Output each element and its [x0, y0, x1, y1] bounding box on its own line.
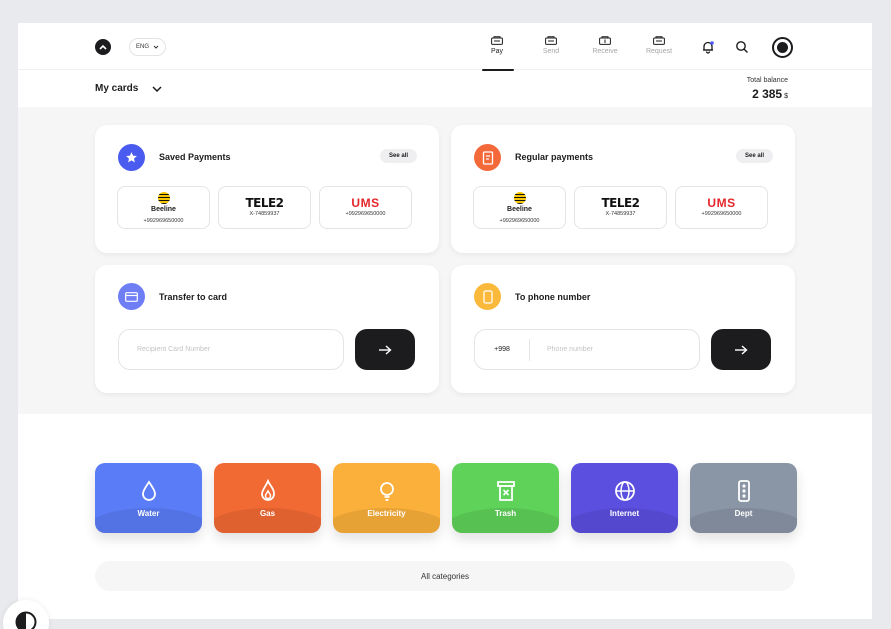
- phone-icon: [474, 283, 501, 310]
- transfer-to-card-card: Transfer to card Recipient Card Number: [95, 265, 439, 393]
- trash-icon: [496, 480, 515, 501]
- category-water[interactable]: Water: [95, 463, 202, 533]
- beeline-logo-icon: [513, 191, 526, 204]
- search-icon[interactable]: [735, 40, 749, 54]
- nav-send-label: Send: [542, 48, 560, 55]
- provider-tele2[interactable]: TELE2 X-74859937: [574, 186, 667, 229]
- saved-payments-card: Saved Payments See all Beeline +99296965…: [95, 125, 439, 253]
- saved-providers: Beeline +992969650000 TELE2 X-74859937 U…: [117, 186, 412, 229]
- category-label: Water: [137, 508, 160, 518]
- recipient-card-input[interactable]: Recipient Card Number: [118, 329, 344, 370]
- arrow-right-icon: [735, 344, 748, 355]
- saved-payments-title: Saved Payments: [159, 152, 231, 162]
- total-balance-label: Total balance: [746, 77, 788, 84]
- provider-ums[interactable]: UMS +992969650000: [319, 186, 412, 229]
- provider-number: +992969650000: [345, 211, 386, 217]
- category-label: Internet: [609, 508, 640, 518]
- currency-symbol: $: [784, 93, 788, 100]
- phone-number-input[interactable]: +998 Phone number: [474, 329, 700, 370]
- provider-name: TELE2: [245, 196, 284, 210]
- provider-name: TELE2: [601, 196, 640, 210]
- provider-name: Beeline: [151, 205, 176, 213]
- provider-tele2[interactable]: TELE2 X-74859937: [218, 186, 311, 229]
- category-electricity[interactable]: Electricity: [333, 463, 440, 533]
- nav-receive[interactable]: Receive: [578, 36, 632, 55]
- category-internet[interactable]: Internet: [571, 463, 678, 533]
- all-categories-button[interactable]: All categories: [95, 561, 795, 591]
- provider-name: UMS: [351, 196, 380, 210]
- chevron-down-icon: [153, 45, 159, 49]
- subheader: My cards Total balance 2 385 $: [18, 71, 872, 106]
- category-label: Trash: [494, 508, 517, 518]
- chevron-down-icon: [152, 85, 162, 92]
- star-icon: [118, 144, 145, 171]
- wallet-icon: [653, 36, 665, 45]
- my-cards-label: My cards: [95, 83, 139, 94]
- credit-card-icon: [118, 283, 145, 310]
- traffic-light-icon: [737, 479, 750, 502]
- contrast-icon: [15, 611, 37, 629]
- provider-beeline[interactable]: Beeline +992969650000: [117, 186, 210, 229]
- nav-request-label: Request: [645, 48, 673, 55]
- bell-icon[interactable]: [701, 40, 715, 54]
- arrow-right-icon: [379, 344, 392, 355]
- receipt-icon: [474, 144, 501, 171]
- transfer-title: Transfer to card: [159, 292, 228, 302]
- category-gas[interactable]: Gas: [214, 463, 321, 533]
- wallet-icon: [491, 36, 503, 45]
- app-window: ENG Pay Send Receive Request My cards To…: [18, 23, 872, 619]
- provider-number: X-74859937: [249, 211, 280, 217]
- category-dept[interactable]: Dept: [690, 463, 797, 533]
- regular-payments-card: Regular payments See all Beeline +992969…: [451, 125, 795, 253]
- nav-request[interactable]: Request: [632, 36, 686, 55]
- water-drop-icon: [141, 479, 156, 501]
- avatar[interactable]: [772, 37, 793, 58]
- language-label: ENG: [136, 44, 150, 50]
- provider-number: +992969650000: [499, 217, 540, 224]
- provider-ums[interactable]: UMS +992969650000: [675, 186, 768, 229]
- categories: Water Gas Electricity Trash Internet Dep…: [95, 463, 797, 533]
- phone-number-placeholder: Phone number: [547, 346, 593, 353]
- provider-number: +992969650000: [143, 217, 184, 224]
- nav-send[interactable]: Send: [524, 36, 578, 55]
- regular-see-all-button[interactable]: See all: [735, 149, 773, 163]
- to-phone-number-card: To phone number +998 Phone number: [451, 265, 795, 393]
- phone-title: To phone number: [515, 292, 591, 302]
- total-balance: Total balance 2 385 $: [747, 77, 788, 101]
- total-balance-value: 2 385 $: [752, 87, 788, 101]
- nav-pay-label: Pay: [490, 48, 504, 55]
- category-label: Dept: [734, 508, 753, 518]
- regular-providers: Beeline +992969650000 TELE2 X-74859937 U…: [473, 186, 768, 229]
- nav-receive-label: Receive: [592, 48, 618, 55]
- beeline-logo-icon: [157, 191, 170, 204]
- wallet-icon: [545, 36, 557, 45]
- transfer-submit-button[interactable]: [355, 329, 415, 370]
- nav-pay[interactable]: Pay: [470, 36, 524, 71]
- category-label: Electricity: [367, 508, 406, 518]
- top-header: ENG Pay Send Receive Request: [18, 23, 872, 71]
- provider-name: Beeline: [507, 205, 532, 213]
- lightbulb-icon: [379, 481, 394, 501]
- provider-number: X-74859937: [605, 211, 636, 217]
- wallet-icon: [599, 36, 611, 45]
- flame-icon: [260, 478, 275, 501]
- provider-name: UMS: [707, 196, 736, 210]
- phone-submit-button[interactable]: [711, 329, 771, 370]
- main-nav: Pay Send Receive Request: [470, 36, 686, 71]
- category-trash[interactable]: Trash: [452, 463, 559, 533]
- provider-beeline[interactable]: Beeline +992969650000: [473, 186, 566, 229]
- language-selector[interactable]: ENG: [129, 38, 167, 56]
- recipient-card-placeholder: Recipient Card Number: [137, 346, 211, 353]
- globe-icon: [614, 480, 635, 501]
- saved-see-all-button[interactable]: See all: [379, 149, 417, 163]
- country-code[interactable]: +998: [475, 338, 530, 361]
- my-cards-dropdown[interactable]: My cards: [95, 83, 162, 94]
- regular-payments-title: Regular payments: [515, 152, 594, 162]
- provider-number: +992969650000: [701, 211, 742, 217]
- logo-chevron-up-icon[interactable]: [95, 39, 111, 55]
- category-label: Gas: [259, 508, 276, 518]
